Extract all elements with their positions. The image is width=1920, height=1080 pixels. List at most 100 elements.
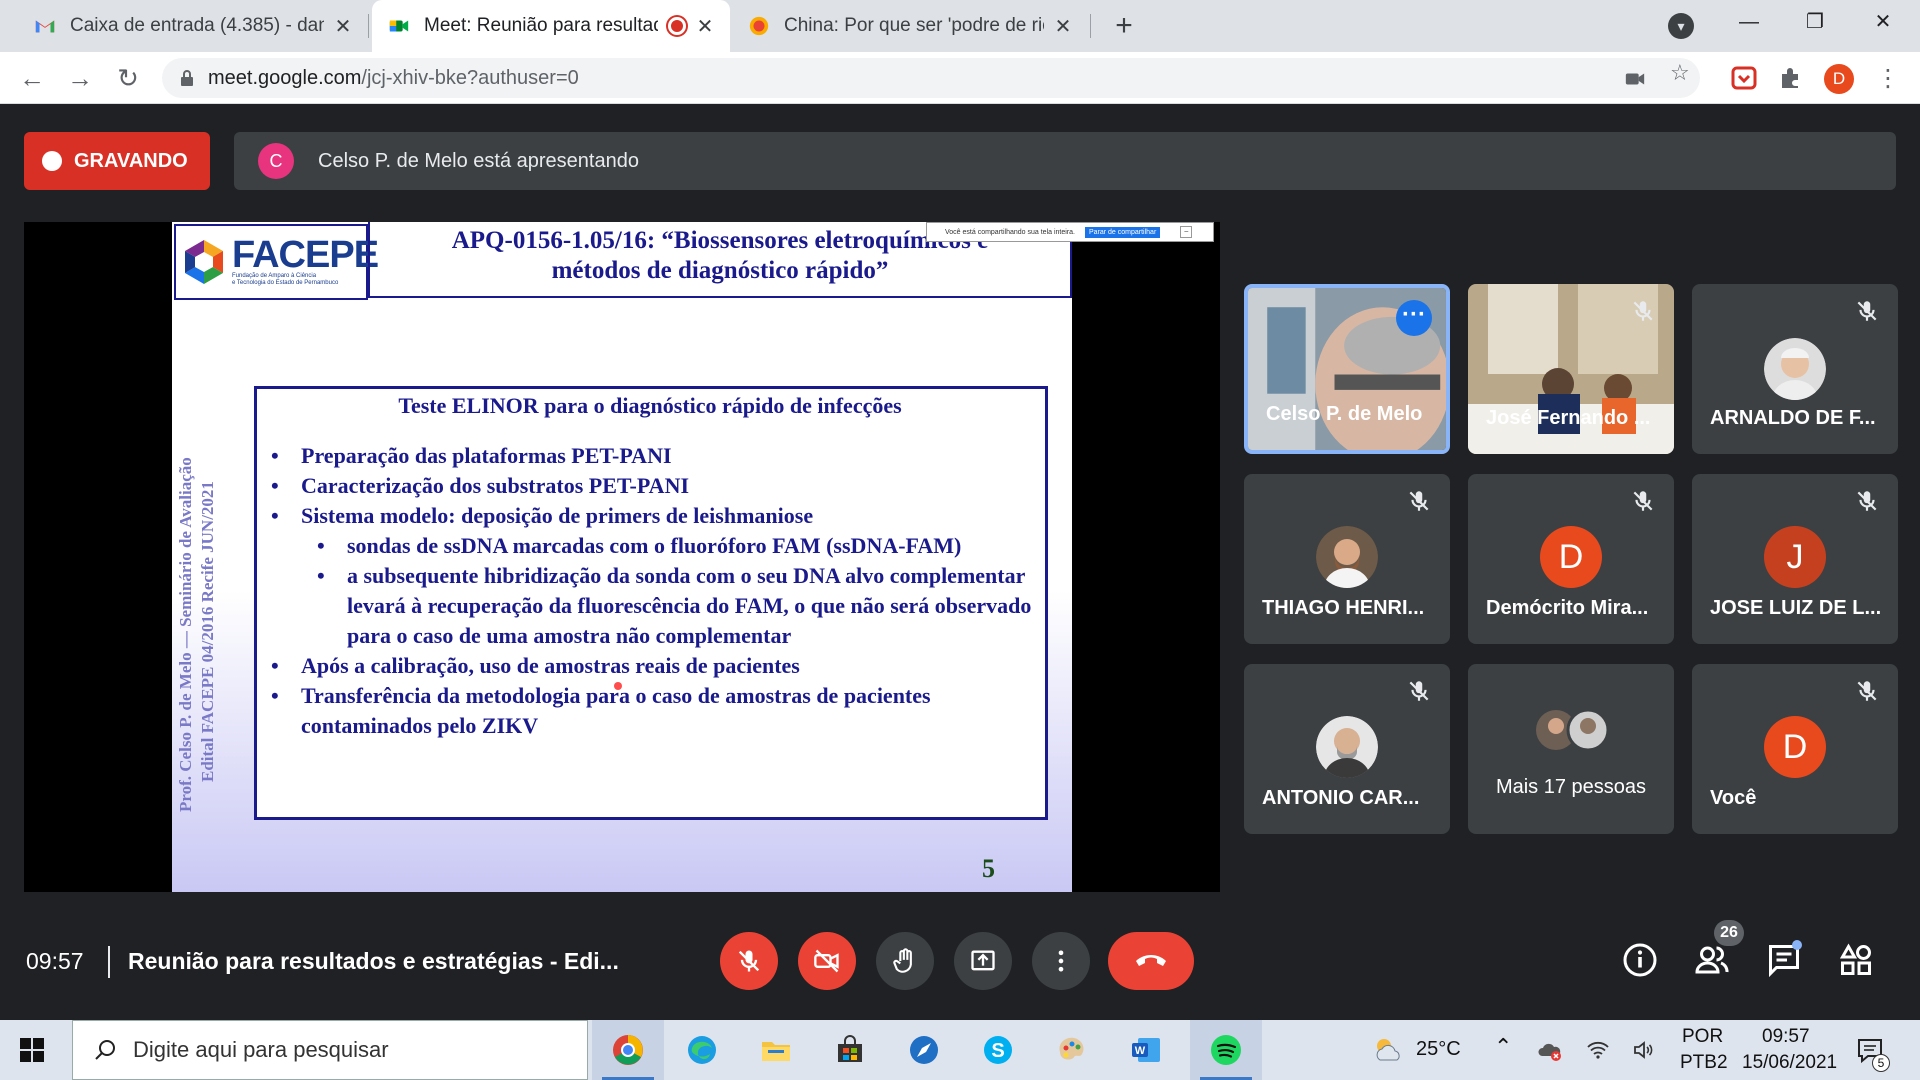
more-options-icon[interactable]: ··· (1396, 300, 1432, 336)
slide-side-caption: Prof. Celso P. de Melo — Seminário de Av… (172, 392, 224, 832)
pocket-extension-icon[interactable] (1730, 64, 1758, 92)
bookmark-star-icon[interactable]: ☆ (1670, 60, 1690, 86)
taskbar-paint[interactable] (1036, 1020, 1108, 1080)
keyboard-layout[interactable]: PTB2 (1680, 1052, 1728, 1074)
paint-palette-icon (1059, 1037, 1084, 1060)
participant-photo (1764, 338, 1826, 400)
window-close-icon[interactable]: ✕ (1850, 0, 1916, 44)
windows-start-icon[interactable] (20, 1038, 44, 1062)
taskbar-store[interactable] (814, 1020, 886, 1080)
participant-tile[interactable]: ARNALDO DE F... (1692, 284, 1898, 454)
wifi-icon[interactable] (1586, 1038, 1610, 1062)
taskbar-app-browser[interactable] (888, 1020, 960, 1080)
more-options-button[interactable] (1032, 932, 1090, 990)
close-icon[interactable]: ✕ (1052, 14, 1074, 39)
participant-name: ANTONIO CAR... (1262, 787, 1420, 809)
extensions-puzzle-icon[interactable] (1776, 64, 1804, 92)
taskbar-spotify[interactable] (1190, 1020, 1262, 1080)
participant-name: Celso P. de Melo (1266, 403, 1423, 425)
edge-icon (688, 1036, 716, 1064)
restore-icon[interactable]: ❐ (1782, 0, 1848, 44)
participant-initial-avatar: D (1764, 716, 1826, 778)
meeting-time: 09:57 (26, 948, 84, 974)
new-tab-button[interactable]: + (1106, 8, 1142, 44)
participant-photo (1316, 716, 1378, 778)
raise-hand-button[interactable] (876, 932, 934, 990)
participant-initial-avatar: J (1764, 526, 1826, 588)
taskbar-edge[interactable] (666, 1020, 738, 1080)
stop-sharing-button[interactable]: Parar de compartilhar (1084, 226, 1161, 238)
taskbar-skype[interactable]: S (962, 1020, 1034, 1080)
clock-time[interactable]: 09:57 (1762, 1026, 1810, 1048)
word-icon: W (1132, 1038, 1160, 1062)
camera-toggle-button[interactable] (798, 932, 856, 990)
bullet-list: Preparação das plataformas PET-PANI Cara… (265, 441, 1045, 741)
participant-tile[interactable]: José Fernando ... (1468, 284, 1674, 454)
participant-tile[interactable]: J JOSE LUIZ DE L... (1692, 474, 1898, 644)
meeting-info-icon[interactable] (1622, 942, 1658, 978)
recording-dot-icon (42, 151, 62, 171)
weather-cloud-sun-icon[interactable] (1372, 1036, 1404, 1064)
activities-icon[interactable] (1838, 942, 1874, 978)
people-icon[interactable] (1694, 942, 1730, 978)
list-item: Transferência da metodologia para o caso… (265, 681, 1045, 741)
minimize-icon[interactable]: — (1716, 0, 1782, 44)
camera-in-use-icon[interactable] (1624, 68, 1646, 90)
keyboard-language[interactable]: POR (1682, 1026, 1723, 1048)
list-item: Sistema modelo: deposição de primers de … (265, 501, 1045, 531)
taskbar-chrome[interactable] (592, 1020, 664, 1080)
participant-tile[interactable]: ANTONIO CAR... (1244, 664, 1450, 834)
screen-share-banner: Você está compartilhando sua tela inteir… (926, 222, 1214, 242)
tab-search-icon[interactable]: ▾ (1668, 13, 1694, 39)
taskbar-search-box[interactable]: Digite aqui para pesquisar (72, 1020, 588, 1080)
profile-avatar[interactable]: D (1824, 64, 1854, 94)
mic-off-icon (1857, 491, 1877, 511)
mic-off-icon (1857, 681, 1877, 701)
tab-meet[interactable]: Meet: Reunião para resultado ✕ (372, 0, 730, 52)
spotify-icon (1211, 1035, 1241, 1065)
present-now-button[interactable] (954, 932, 1012, 990)
store-icon (838, 1035, 862, 1062)
list-item: a subsequente hibridização da sonda com … (265, 561, 1045, 651)
participant-name: THIAGO HENRI... (1262, 597, 1425, 619)
recording-badge: GRAVANDO (24, 132, 210, 190)
mic-off-icon (1633, 301, 1653, 321)
minimize-banner-icon[interactable]: – (1180, 226, 1193, 238)
tab-news[interactable]: China: Por que ser 'podre de rico ✕ (732, 0, 1088, 52)
volume-icon[interactable] (1632, 1038, 1656, 1062)
taskbar-file-explorer[interactable] (740, 1020, 812, 1080)
close-icon[interactable]: ✕ (694, 14, 716, 39)
taskbar-word[interactable]: W (1110, 1020, 1182, 1080)
url-host: meet.google.com (208, 66, 362, 89)
reload-icon[interactable]: ↻ (110, 60, 146, 96)
participant-tile-more[interactable]: Mais 17 pessoas (1468, 664, 1674, 834)
meeting-title[interactable]: Reunião para resultados e estratégias - … (128, 948, 619, 975)
presenter-text: Celso P. de Melo está apresentando (318, 149, 639, 172)
list-item: Após a calibração, uso de amostras reais… (265, 651, 1045, 681)
browser-menu-icon[interactable]: ⋮ (1876, 64, 1900, 93)
close-icon[interactable]: ✕ (332, 14, 354, 39)
share-banner-text: Você está compartilhando sua tela inteir… (945, 228, 1075, 236)
participant-tile-self[interactable]: D Você (1692, 664, 1898, 834)
tab-gmail[interactable]: Caixa de entrada (4.385) - daniel ✕ (18, 0, 368, 52)
leave-call-button[interactable] (1108, 932, 1194, 990)
url-omnibox[interactable]: meet.google.com/jcj-xhiv-bke?authuser=0 (162, 58, 1700, 98)
content-title: Teste ELINOR para o diagnóstico rápido d… (398, 393, 902, 418)
forward-icon[interactable]: → (62, 60, 98, 96)
weather-temperature[interactable]: 25°C (1416, 1038, 1461, 1061)
clock-date[interactable]: 15/06/2021 (1742, 1052, 1837, 1074)
participant-tile[interactable]: ··· Celso P. de Melo (1244, 284, 1450, 454)
microphone-toggle-button[interactable] (720, 932, 778, 990)
url-path: /jcj-xhiv-bke?authuser=0 (361, 66, 579, 89)
back-icon[interactable]: ← (14, 60, 50, 96)
slide-content-box: Teste ELINOR para o diagnóstico rápido d… (254, 386, 1048, 820)
participant-tile[interactable]: D Demócrito Mira... (1468, 474, 1674, 644)
side-caption-line: Prof. Celso P. de Melo — Seminário de Av… (176, 457, 195, 812)
facepe-hexagon-icon (185, 240, 223, 284)
laser-pointer (614, 682, 622, 690)
participant-tile[interactable]: THIAGO HENRI... (1244, 474, 1450, 644)
tray-chevron-up-icon[interactable]: ⌃ (1494, 1034, 1512, 1060)
chat-unread-dot (1792, 940, 1802, 950)
onedrive-error-icon[interactable] (1538, 1038, 1562, 1062)
search-icon (95, 1040, 115, 1060)
